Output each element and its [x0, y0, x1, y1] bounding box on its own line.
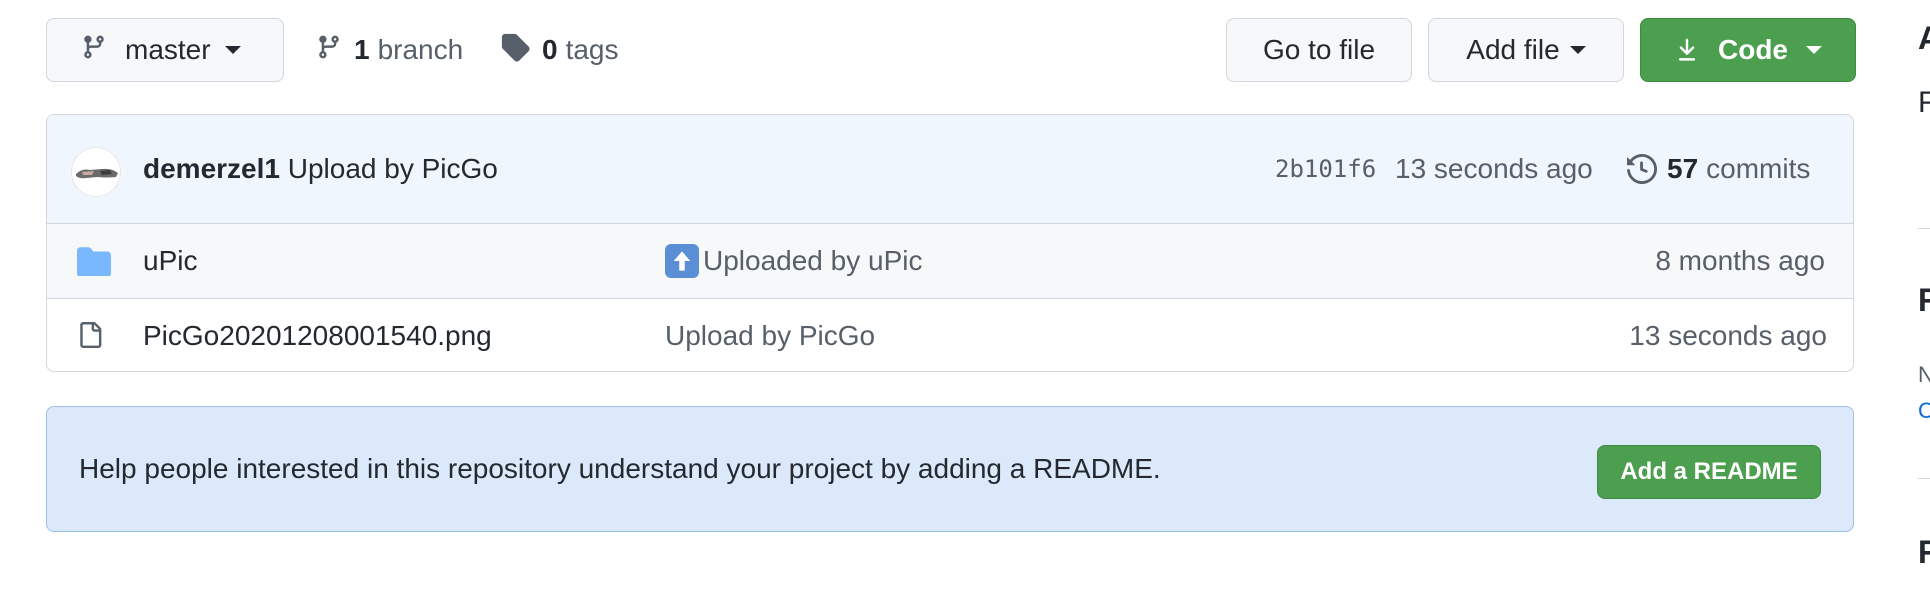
code-label: Code: [1718, 34, 1788, 65]
chevron-down-icon: [1569, 46, 1586, 54]
file-name[interactable]: uPic: [143, 245, 197, 277]
commit-author[interactable]: demerzel1: [143, 153, 280, 184]
chevron-down-icon: [1806, 46, 1822, 54]
sidebar-heading: A: [1918, 20, 1930, 56]
branches-link[interactable]: 1 branch: [316, 18, 463, 82]
branch-count: 1: [354, 34, 370, 65]
branch-icon: [316, 32, 342, 69]
tag-word: tags: [565, 34, 619, 65]
commit-message: demerzel1 Upload by PicGo: [143, 153, 498, 185]
folder-icon: [77, 246, 111, 281]
sidebar-link[interactable]: C: [1918, 398, 1930, 424]
commit-count: 57: [1667, 153, 1699, 184]
go-to-file-label: Go to file: [1262, 34, 1376, 65]
commit-text[interactable]: Upload by PicGo: [288, 153, 498, 184]
about-sidebar: A F F N C F: [1918, 0, 1930, 594]
branch-name: master: [125, 34, 211, 65]
up-arrow-icon: [665, 244, 699, 278]
file-browser: demerzel1 Upload by PicGo 2b101f6 13 sec…: [46, 114, 1854, 372]
table-row[interactable]: PicGo20201208001540.png Upload by PicGo …: [47, 299, 1853, 371]
branch-word: branch: [377, 34, 464, 65]
divider: [1918, 228, 1930, 229]
file-commit-message[interactable]: Uploaded by uPic: [665, 244, 922, 278]
sidebar-heading: F: [1918, 534, 1930, 570]
file-name[interactable]: PicGo20201208001540.png: [143, 320, 492, 352]
sidebar-text: N: [1918, 362, 1930, 387]
commit-word: commits: [1706, 153, 1811, 184]
file-commit-message[interactable]: Upload by PicGo: [665, 320, 875, 352]
add-readme-button[interactable]: Add a README: [1597, 445, 1821, 499]
commit-sha[interactable]: 2b101f6: [1275, 155, 1376, 183]
add-file-label: Add file: [1466, 34, 1560, 65]
commits-link[interactable]: 57 commits: [1627, 153, 1810, 185]
file-commit-message-text: Uploaded by uPic: [703, 245, 923, 276]
file-age: 8 months ago: [1655, 245, 1825, 276]
file-age: 13 seconds ago: [1629, 320, 1827, 351]
readme-prompt-text: Help people interested in this repositor…: [79, 453, 1161, 484]
divider: [1918, 478, 1930, 479]
commit-time: 13 seconds ago: [1395, 153, 1593, 184]
sidebar-heading: F: [1918, 282, 1930, 318]
add-file-button[interactable]: Add file: [1428, 18, 1624, 82]
tags-link[interactable]: 0 tags: [500, 18, 619, 82]
readme-prompt: Help people interested in this repositor…: [46, 406, 1854, 532]
branch-icon: [81, 32, 107, 69]
latest-commit-bar: demerzel1 Upload by PicGo 2b101f6 13 sec…: [47, 115, 1853, 224]
code-button[interactable]: Code: [1640, 18, 1856, 82]
download-icon: [1674, 36, 1700, 64]
avatar[interactable]: [71, 147, 121, 197]
chevron-down-icon: [224, 46, 241, 54]
repo-toolbar: master 1 branch 0 tags Go to file Add fi…: [46, 18, 1930, 82]
tag-icon: [500, 32, 530, 69]
sidebar-text: F: [1918, 86, 1930, 119]
branch-select-button[interactable]: master: [46, 18, 284, 82]
file-icon: [77, 319, 103, 356]
table-row[interactable]: uPic Uploaded by uPic 8 months ago: [47, 224, 1853, 299]
history-icon: [1627, 154, 1657, 184]
go-to-file-button[interactable]: Go to file: [1226, 18, 1412, 82]
tag-count: 0: [542, 34, 558, 65]
